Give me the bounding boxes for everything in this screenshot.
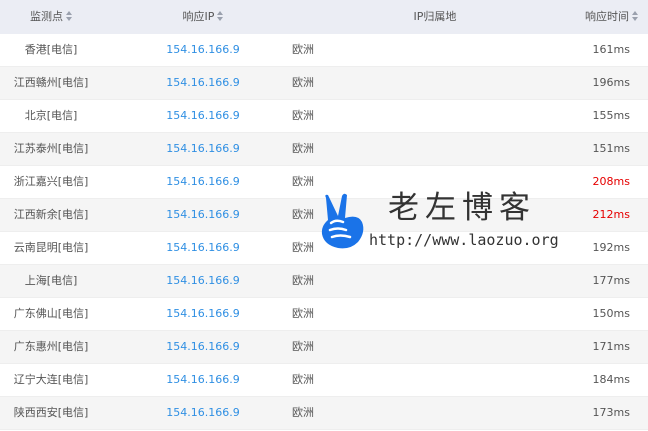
column-header-location: IP归属地	[330, 0, 540, 34]
response-time-cell: 161ms	[592, 43, 630, 56]
table-row: 江西新余[电信] 154.16.166.9 欧洲 212ms	[0, 199, 648, 232]
ip-link[interactable]: 154.16.166.9	[150, 166, 256, 198]
response-time-cell: 151ms	[592, 142, 630, 155]
table-row: 辽宁大连[电信] 154.16.166.9 欧洲 184ms	[0, 364, 648, 397]
response-time-cell: 155ms	[592, 109, 630, 122]
column-header-ip[interactable]: 响应IP	[150, 0, 256, 34]
site-cell: 陕西西安[电信]	[13, 406, 89, 419]
sort-icon[interactable]	[632, 11, 638, 21]
site-cell: 江西赣州[电信]	[13, 76, 89, 89]
sort-icon[interactable]	[66, 11, 72, 21]
site-cell: 广东惠州[电信]	[13, 340, 89, 353]
response-time-cell: 150ms	[592, 307, 630, 320]
site-cell: 广东佛山[电信]	[13, 307, 89, 320]
response-time-cell: 192ms	[592, 241, 630, 254]
column-header-site-label: 监测点	[30, 10, 63, 23]
table-row: 广东佛山[电信] 154.16.166.9 欧洲 150ms	[0, 298, 648, 331]
column-header-time-label: 响应时间	[585, 10, 629, 23]
location-cell: 欧洲	[292, 43, 314, 56]
ip-link[interactable]: 154.16.166.9	[150, 298, 256, 330]
location-cell: 欧洲	[292, 142, 314, 155]
site-cell: 江西新余[电信]	[13, 208, 89, 221]
response-time-cell: 196ms	[592, 76, 630, 89]
ip-link[interactable]: 154.16.166.9	[150, 67, 256, 99]
location-cell: 欧洲	[292, 373, 314, 386]
site-cell: 北京[电信]	[24, 109, 78, 122]
location-cell: 欧洲	[292, 208, 314, 221]
location-cell: 欧洲	[292, 76, 314, 89]
ip-link[interactable]: 154.16.166.9	[150, 133, 256, 165]
table-row: 香港[电信] 154.16.166.9 欧洲 161ms	[0, 34, 648, 67]
table-row: 江苏泰州[电信] 154.16.166.9 欧洲 151ms	[0, 133, 648, 166]
location-cell: 欧洲	[292, 109, 314, 122]
response-time-cell: 208ms	[592, 175, 630, 188]
ip-link[interactable]: 154.16.166.9	[150, 364, 256, 396]
table-body: 香港[电信] 154.16.166.9 欧洲 161ms 江西赣州[电信] 154.16.…	[0, 34, 648, 430]
table-row: 云南昆明[电信] 154.16.166.9 欧洲 192ms	[0, 232, 648, 265]
site-cell: 上海[电信]	[24, 274, 78, 287]
ip-link[interactable]: 154.16.166.9	[150, 34, 256, 66]
ip-link[interactable]: 154.16.166.9	[150, 331, 256, 363]
site-cell: 香港[电信]	[24, 43, 78, 56]
location-cell: 欧洲	[292, 175, 314, 188]
response-time-cell: 173ms	[592, 406, 630, 419]
table-row: 江西赣州[电信] 154.16.166.9 欧洲 196ms	[0, 67, 648, 100]
site-cell: 浙江嘉兴[电信]	[13, 175, 89, 188]
ip-link[interactable]: 154.16.166.9	[150, 199, 256, 231]
column-header-ip-label: 响应IP	[182, 10, 215, 23]
site-cell: 辽宁大连[电信]	[13, 373, 89, 386]
ip-link[interactable]: 154.16.166.9	[150, 265, 256, 297]
ip-link[interactable]: 154.16.166.9	[150, 397, 256, 429]
ip-link[interactable]: 154.16.166.9	[150, 100, 256, 132]
location-cell: 欧洲	[292, 340, 314, 353]
table-row: 陕西西安[电信] 154.16.166.9 欧洲 173ms	[0, 397, 648, 430]
ping-results-table: 监测点 响应IP IP归属地 响应时间 香港[电信] 154.16.166.9 欧洲…	[0, 0, 648, 431]
sort-icon[interactable]	[217, 11, 224, 21]
column-header-time[interactable]: 响应时间	[560, 0, 638, 34]
table-row: 上海[电信] 154.16.166.9 欧洲 177ms	[0, 265, 648, 298]
location-cell: 欧洲	[292, 406, 314, 419]
response-time-cell: 177ms	[592, 274, 630, 287]
table-row: 浙江嘉兴[电信] 154.16.166.9 欧洲 208ms	[0, 166, 648, 199]
response-time-cell: 184ms	[592, 373, 630, 386]
location-cell: 欧洲	[292, 307, 314, 320]
column-header-site[interactable]: 监测点	[0, 0, 102, 34]
table-row: 北京[电信] 154.16.166.9 欧洲 155ms	[0, 100, 648, 133]
table-header: 监测点 响应IP IP归属地 响应时间	[0, 0, 648, 34]
site-cell: 云南昆明[电信]	[13, 241, 89, 254]
response-time-cell: 212ms	[592, 208, 630, 221]
location-cell: 欧洲	[292, 241, 314, 254]
location-cell: 欧洲	[292, 274, 314, 287]
site-cell: 江苏泰州[电信]	[13, 142, 89, 155]
ip-link[interactable]: 154.16.166.9	[150, 232, 256, 264]
column-header-location-label: IP归属地	[413, 10, 457, 23]
table-row: 广东惠州[电信] 154.16.166.9 欧洲 171ms	[0, 331, 648, 364]
response-time-cell: 171ms	[592, 340, 630, 353]
